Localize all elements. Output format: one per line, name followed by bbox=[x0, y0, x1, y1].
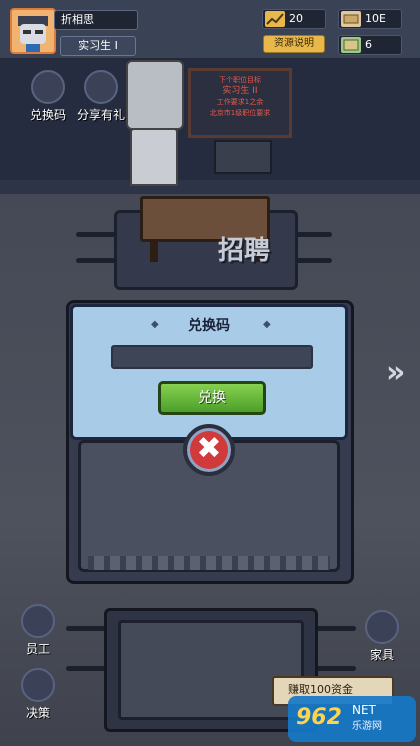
share-icon bbox=[84, 70, 118, 104]
policy-button[interactable]: 决策 bbox=[14, 668, 62, 721]
cable bbox=[76, 232, 116, 237]
redeem-dialog: ◆ 兑换码 ◆ 兑换 bbox=[70, 304, 348, 440]
player-avatar[interactable] bbox=[10, 8, 56, 54]
player-title: 实习生 I bbox=[60, 36, 136, 56]
gift-icon bbox=[31, 70, 65, 104]
growth-value: 20 bbox=[289, 12, 303, 25]
cable bbox=[296, 232, 332, 237]
resource-explain-button[interactable]: 资源说明 bbox=[263, 35, 325, 53]
cable bbox=[316, 626, 356, 631]
board-line: 工作要求1之余 bbox=[216, 98, 264, 106]
goal-board[interactable]: 下个职位目标 实习生 II 工作要求1之余 北京市1级职位要求 bbox=[188, 68, 292, 138]
chevron-right-icon[interactable]: » bbox=[386, 356, 416, 390]
cable bbox=[66, 626, 106, 631]
share-gift-button[interactable]: 分享有礼 bbox=[70, 70, 132, 123]
player-name: 折相思 bbox=[54, 10, 138, 30]
dialog-title: 兑换码 bbox=[188, 318, 230, 334]
signpost-icon bbox=[21, 668, 55, 702]
money-icon bbox=[341, 11, 361, 27]
staff-icon bbox=[21, 604, 55, 638]
room-fence bbox=[88, 556, 330, 570]
cable bbox=[76, 258, 116, 263]
top-bar: 折相思 实习生 I 20 10E 6 资源说明 bbox=[0, 0, 420, 60]
computer-icon bbox=[365, 610, 399, 644]
share-gift-label: 分享有礼 bbox=[76, 108, 125, 122]
furniture-button[interactable]: 家具 bbox=[358, 610, 406, 663]
money-value: 10E bbox=[365, 12, 386, 25]
close-icon[interactable]: ✖ bbox=[183, 424, 235, 476]
wall-floor-edge bbox=[0, 180, 420, 194]
ticket-icon bbox=[341, 37, 361, 53]
statue-head bbox=[126, 60, 184, 130]
resource-ticket: 6 bbox=[338, 35, 402, 55]
watermark-logo: 962 bbox=[296, 705, 342, 730]
redeem-code-button[interactable]: 兑换码 bbox=[24, 70, 72, 123]
watermark-subtitle: 乐游网 bbox=[352, 721, 382, 732]
diamond-deco-icon: ◆ bbox=[263, 319, 271, 330]
board-line: 实习生 II bbox=[222, 86, 258, 96]
growth-icon bbox=[265, 11, 285, 27]
policy-label: 决策 bbox=[25, 706, 50, 720]
watermark-site: NET bbox=[352, 703, 376, 717]
recruit-label: 招聘 bbox=[218, 236, 271, 266]
board-line: 北京市1级职位要求 bbox=[209, 109, 271, 117]
redeem-confirm-button[interactable]: 兑换 bbox=[158, 381, 266, 415]
statue-pedestal bbox=[130, 128, 178, 186]
cable bbox=[316, 666, 356, 671]
cable bbox=[66, 666, 106, 671]
staff-label: 员工 bbox=[25, 642, 50, 656]
ticket-value: 6 bbox=[365, 38, 372, 51]
board-line: 下个职位目标 bbox=[219, 76, 261, 84]
resource-growth: 20 bbox=[262, 9, 326, 29]
resource-money: 10E bbox=[338, 9, 402, 29]
safe-box[interactable] bbox=[214, 140, 272, 174]
redeem-code-input[interactable] bbox=[111, 345, 313, 369]
avatar-face-icon bbox=[18, 16, 48, 52]
furniture-label: 家具 bbox=[369, 648, 394, 662]
staff-button[interactable]: 员工 bbox=[14, 604, 62, 657]
redeem-code-label: 兑换码 bbox=[29, 108, 66, 122]
site-watermark: 962 NET 乐游网 bbox=[288, 696, 416, 742]
cable bbox=[296, 258, 332, 263]
